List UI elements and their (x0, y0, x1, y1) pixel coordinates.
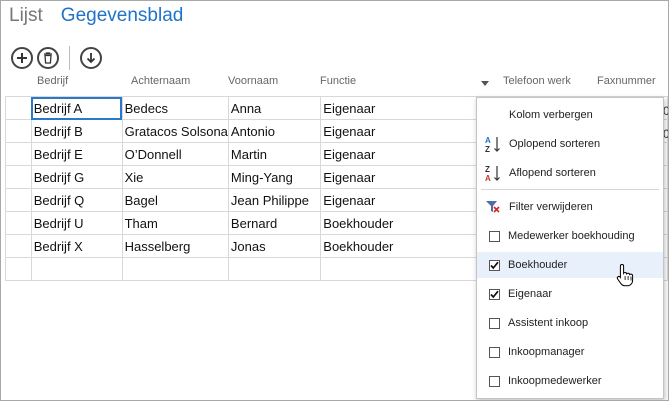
cell-bedrijf[interactable]: Bedrijf U (30, 211, 123, 235)
row-selector[interactable] (5, 211, 32, 235)
filter-option[interactable]: Inkoopmanager (477, 339, 663, 365)
row-selector[interactable] (5, 257, 32, 281)
filter-option-label: Boekhouder (508, 259, 568, 271)
checkbox-checked-icon[interactable] (489, 259, 500, 271)
sort-ascending-icon: AZ (485, 135, 501, 153)
cell-achternaam[interactable]: O’Donnell (121, 142, 229, 166)
cell-functie[interactable]: Boekhouder (320, 234, 479, 258)
cell-voornaam[interactable]: Martin (227, 142, 322, 166)
cell-voornaam[interactable]: Antonio (227, 119, 322, 143)
cell-achternaam[interactable]: Bagel (121, 188, 229, 212)
svg-text:Z: Z (485, 165, 490, 174)
hide-column-item[interactable]: Kolom verbergen (477, 102, 663, 128)
plus-icon (17, 53, 27, 63)
cell-achternaam[interactable]: Bedecs (121, 96, 229, 120)
svg-text:A: A (485, 174, 491, 182)
tab-list[interactable]: Lijst (9, 5, 43, 27)
app-window: Lijst Gegevensblad Bedrijf Achternaam Vo… (0, 0, 669, 401)
column-header-telefoon-werk[interactable]: Telefoon werk (503, 75, 571, 87)
download-button[interactable] (80, 47, 102, 69)
filter-option-label: Eigenaar (508, 288, 553, 300)
row-selector[interactable] (5, 234, 32, 258)
cell-functie[interactable]: Eigenaar (320, 188, 479, 212)
cell-achternaam[interactable]: Tham (121, 211, 229, 235)
row-selector[interactable] (5, 142, 32, 166)
column-header-functie[interactable]: Functie (320, 75, 356, 87)
row-selector[interactable] (5, 165, 32, 189)
cell-achternaam[interactable]: Hasselberg (121, 234, 229, 258)
row-selector[interactable] (5, 96, 32, 120)
column-header-faxnummer[interactable]: Faxnummer (597, 75, 656, 87)
sort-descending-item[interactable]: ZA Aflopend sorteren (477, 160, 663, 186)
menu-divider (481, 189, 659, 190)
cell-bedrijf[interactable] (30, 257, 123, 281)
svg-text:Z: Z (485, 145, 490, 153)
sort-descending-icon: ZA (485, 164, 501, 182)
column-header-achternaam[interactable]: Achternaam (131, 75, 190, 87)
cell-bedrijf[interactable]: Bedrijf B (30, 119, 123, 143)
column-filter-menu: Kolom verbergen AZ Oplopend sorteren ZA … (476, 97, 664, 399)
cell-voornaam[interactable]: Ming-Yang (227, 165, 322, 189)
checkbox-unchecked-icon[interactable] (489, 346, 500, 358)
cell-bedrijf[interactable]: Bedrijf Q (30, 188, 123, 212)
checkbox-unchecked-icon[interactable] (489, 230, 500, 242)
remove-filter-item[interactable]: Filter verwijderen (477, 194, 663, 220)
checkbox-unchecked-icon[interactable] (489, 317, 500, 329)
sort-ascending-item[interactable]: AZ Oplopend sorteren (477, 131, 663, 157)
cell-achternaam[interactable] (121, 257, 229, 281)
column-header-voornaam[interactable]: Voornaam (228, 75, 278, 87)
hand-pointer-cursor-icon (616, 263, 636, 292)
cell-bedrijf[interactable]: Bedrijf E (30, 142, 123, 166)
checkbox-checked-icon[interactable] (489, 288, 500, 300)
filter-remove-icon (485, 198, 501, 216)
arrow-down-icon (86, 53, 96, 64)
toolbar-divider (69, 46, 70, 70)
filter-option[interactable]: Inkoopmedewerker (477, 368, 663, 394)
row-selector[interactable] (5, 188, 32, 212)
add-button[interactable] (11, 47, 33, 69)
cell-voornaam[interactable]: Jean Philippe (227, 188, 322, 212)
view-tabs: Lijst Gegevensblad (9, 5, 183, 33)
cell-functie[interactable]: Boekhouder (320, 211, 479, 235)
toolbar (11, 46, 106, 70)
cell-achternaam[interactable]: Xie (121, 165, 229, 189)
cell-bedrijf[interactable]: Bedrijf G (30, 165, 123, 189)
cell-voornaam[interactable]: Bernard (227, 211, 322, 235)
filter-option-label: Inkoopmanager (508, 346, 585, 358)
blank-icon (485, 106, 501, 124)
cell-functie[interactable]: Eigenaar (320, 142, 479, 166)
column-headers: Bedrijf Achternaam Voornaam Functie Tele… (1, 73, 668, 93)
cell-achternaam[interactable]: Gratacos Solsona (121, 119, 229, 143)
filter-option-label: Medewerker boekhouding (508, 230, 635, 242)
checkbox-unchecked-icon[interactable] (489, 375, 500, 387)
row-selector[interactable] (5, 119, 32, 143)
cell-voornaam[interactable] (227, 257, 322, 281)
cell-bedrijf[interactable]: Bedrijf A (30, 96, 123, 120)
filter-option[interactable]: Assistent inkoop (477, 310, 663, 336)
filter-option-label: Inkoopmedewerker (508, 375, 602, 387)
filter-option[interactable]: Medewerker boekhouding (477, 223, 663, 249)
cell-voornaam[interactable]: Anna (227, 96, 322, 120)
column-menu-caret-icon[interactable] (481, 81, 489, 86)
cell-functie[interactable] (320, 257, 479, 281)
tab-datasheet[interactable]: Gegevensblad (61, 5, 184, 27)
cell-voornaam[interactable]: Jonas (227, 234, 322, 258)
cell-bedrijf[interactable]: Bedrijf X (30, 234, 123, 258)
cell-functie[interactable]: Eigenaar (320, 165, 479, 189)
svg-text:A: A (485, 136, 491, 145)
delete-button[interactable] (37, 47, 59, 69)
cell-functie[interactable]: Eigenaar (320, 119, 479, 143)
trash-icon (44, 52, 52, 64)
column-header-bedrijf[interactable]: Bedrijf (37, 75, 68, 87)
filter-option-label: Assistent inkoop (508, 317, 589, 329)
cell-functie[interactable]: Eigenaar (320, 96, 479, 120)
